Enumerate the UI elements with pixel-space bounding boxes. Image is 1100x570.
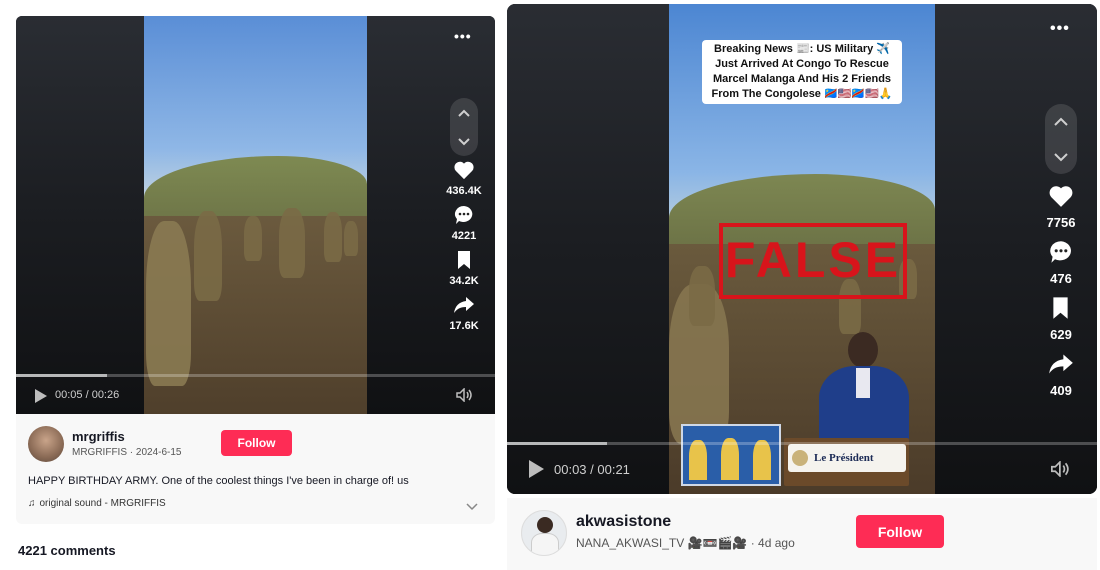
comment-button[interactable]: 476 (1049, 240, 1073, 286)
play-icon[interactable] (529, 460, 544, 478)
volume-icon[interactable] (456, 388, 474, 402)
chevron-up-icon[interactable] (1053, 117, 1069, 127)
like-button[interactable]: 436.4K (446, 160, 482, 197)
username[interactable]: mrgriffis (72, 429, 125, 444)
video-player[interactable]: ••• 436.4K 4221 34.2K 17.6K 00:05 / 00:2… (16, 16, 495, 414)
heart-icon (1049, 186, 1073, 207)
false-stamp: FALSE (719, 223, 907, 299)
chevron-down-icon[interactable] (1053, 152, 1069, 162)
play-icon[interactable] (35, 389, 47, 403)
share-icon (453, 297, 474, 313)
more-options-icon[interactable]: ••• (1050, 20, 1070, 38)
comment-count: 476 (1050, 271, 1072, 286)
music-note-icon: ♫ (28, 498, 36, 509)
comment-icon (455, 206, 473, 224)
bookmark-count: 629 (1050, 327, 1072, 342)
bookmark-button[interactable]: 34.2K (449, 250, 479, 287)
action-bar: 7756 476 629 409 (1043, 104, 1079, 398)
more-options-icon[interactable]: ••• (454, 28, 472, 44)
post-date: · 4d ago (750, 536, 795, 550)
handle-date: MRGRIFFIS · 2024-6-15 (72, 447, 182, 458)
comment-button[interactable]: 4221 (452, 205, 476, 242)
sound-label: original sound - MRGRIFFIS (39, 498, 166, 509)
share-count: 17.6K (449, 320, 479, 332)
right-post: Breaking News 📰: US Military ✈️ Just Arr… (507, 4, 1097, 570)
video-frame: Breaking News 📰: US Military ✈️ Just Arr… (669, 4, 935, 494)
share-button[interactable]: 409 (1048, 352, 1074, 398)
like-count: 7756 (1046, 215, 1076, 230)
comments-count: 4221 comments (18, 543, 116, 558)
progress-fill (16, 374, 107, 377)
bookmark-button[interactable]: 629 (1050, 296, 1072, 342)
handle-date: NANA_AKWASI_TV 🎥📼🎬🎥 · 4d ago (576, 536, 795, 550)
progress-bar[interactable] (507, 442, 1097, 445)
speaker-figure (811, 332, 921, 446)
video-player[interactable]: Breaking News 📰: US Military ✈️ Just Arr… (507, 4, 1097, 494)
comment-count: 4221 (451, 230, 477, 242)
bookmark-count: 34.2K (449, 275, 479, 287)
post-info: akwasistone NANA_AKWASI_TV 🎥📼🎬🎥 · 4d ago… (507, 498, 1097, 570)
handle: NANA_AKWASI_TV 🎥📼🎬🎥 (576, 536, 748, 550)
heart-icon (454, 161, 474, 180)
like-count: 436.4K (446, 185, 482, 197)
sound-link[interactable]: ♫ original sound - MRGRIFFIS (28, 498, 166, 509)
follow-button[interactable]: Follow (856, 515, 944, 548)
follow-button[interactable]: Follow (221, 430, 292, 456)
avatar[interactable] (521, 510, 567, 556)
chevron-down-icon[interactable] (457, 137, 471, 147)
caption: HAPPY BIRTHDAY ARMY. One of the coolest … (28, 475, 409, 487)
time-display: 00:03 / 00:21 (554, 462, 630, 477)
share-icon (1049, 354, 1073, 374)
nav-pill (1045, 104, 1077, 174)
username[interactable]: akwasistone (576, 513, 671, 531)
volume-icon[interactable] (1050, 461, 1072, 477)
time-display: 00:05 / 00:26 (55, 389, 120, 401)
chevron-down-icon[interactable] (466, 503, 478, 511)
video-frame (144, 16, 367, 414)
share-count: 409 (1050, 383, 1072, 398)
bookmark-icon (1053, 297, 1069, 319)
chevron-up-icon[interactable] (457, 108, 471, 118)
nav-pill (450, 98, 478, 156)
comment-icon (1050, 241, 1071, 263)
like-button[interactable]: 7756 (1046, 184, 1076, 230)
progress-bar[interactable] (16, 374, 495, 377)
news-headline: Breaking News 📰: US Military ✈️ Just Arr… (702, 40, 902, 104)
avatar[interactable] (28, 426, 64, 462)
video-controls: 00:03 / 00:21 (507, 442, 1097, 494)
action-bar: 436.4K 4221 34.2K 17.6K (446, 98, 482, 332)
blur-left (507, 4, 669, 494)
blur-left (16, 16, 144, 414)
video-controls: 00:05 / 00:26 (16, 374, 495, 414)
post-info: mrgriffis MRGRIFFIS · 2024-6-15 Follow H… (16, 414, 495, 524)
left-post: ••• 436.4K 4221 34.2K 17.6K 00:05 / 00:2… (16, 16, 495, 524)
progress-fill (507, 442, 608, 445)
share-button[interactable]: 17.6K (449, 295, 479, 332)
bookmark-icon (457, 251, 470, 269)
